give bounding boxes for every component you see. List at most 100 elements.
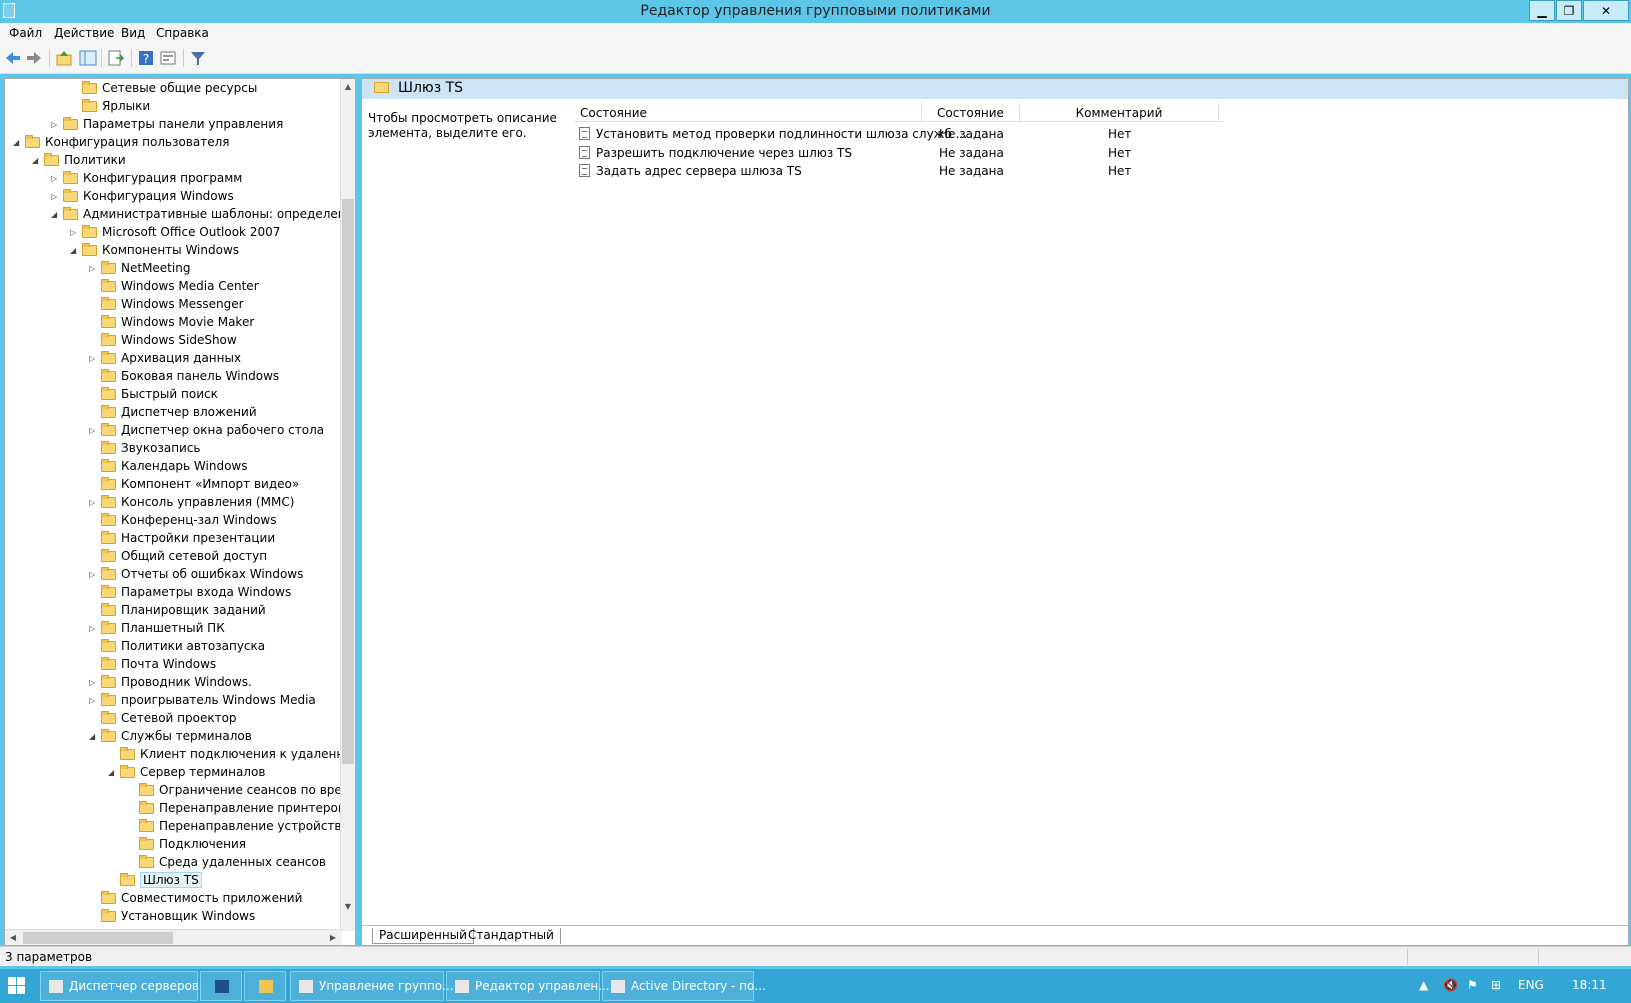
list-item[interactable]: Разрешить подключение через шлюз TS Не за…: [574, 144, 1224, 162]
tree-item[interactable]: Диспетчер вложений: [5, 404, 342, 422]
tree-item[interactable]: Общий сетевой доступ: [5, 548, 342, 566]
back-arrow-icon[interactable]: [4, 49, 22, 67]
taskbar-button[interactable]: [244, 971, 286, 1001]
filter-icon[interactable]: [189, 49, 207, 67]
tree-item[interactable]: Windows SideShow: [5, 332, 342, 350]
language-indicator[interactable]: ENG: [1518, 978, 1544, 992]
collapse-arrow-icon[interactable]: ◢: [89, 733, 97, 741]
tree-item[interactable]: ▷ Отчеты об ошибках Windows: [5, 566, 342, 584]
properties-icon[interactable]: [159, 49, 177, 67]
expand-arrow-icon[interactable]: ▷: [70, 229, 78, 237]
up-folder-icon[interactable]: [55, 49, 73, 67]
expand-arrow-icon[interactable]: ▷: [89, 427, 97, 435]
tree-item[interactable]: Подключения: [5, 836, 342, 854]
tree-item[interactable]: ◢ Службы терминалов: [5, 728, 342, 746]
tree-item[interactable]: Ограничение сеансов по времен: [5, 782, 342, 800]
tree-item[interactable]: Шлюз TS: [5, 872, 342, 890]
expand-arrow-icon[interactable]: ▷: [89, 697, 97, 705]
expand-arrow-icon[interactable]: ▷: [89, 571, 97, 579]
scroll-thumb-horizontal[interactable]: [23, 932, 173, 944]
menu-view[interactable]: Вид: [121, 26, 145, 40]
expand-arrow-icon[interactable]: ▷: [89, 625, 97, 633]
tree-item[interactable]: ▷ NetMeeting: [5, 260, 342, 278]
flag-icon[interactable]: ⚑: [1467, 978, 1478, 992]
column-header-comment[interactable]: Комментарий: [1020, 103, 1219, 122]
scroll-up-icon[interactable]: ▲: [341, 79, 355, 95]
expand-arrow-icon[interactable]: ▷: [51, 193, 59, 201]
tree-item[interactable]: Windows Media Center: [5, 278, 342, 296]
show-hide-tree-icon[interactable]: [79, 49, 97, 67]
taskbar-button[interactable]: Диспетчер серверов: [40, 971, 199, 1001]
tree-item[interactable]: Конференц-зал Windows: [5, 512, 342, 530]
tree-item[interactable]: ▷ Архивация данных: [5, 350, 342, 368]
taskbar-button[interactable]: Active Directory - по...: [602, 971, 766, 1001]
clock[interactable]: 18:11: [1572, 978, 1607, 992]
taskbar-button[interactable]: Редактор управлен...: [446, 971, 610, 1001]
taskbar-button[interactable]: [200, 971, 242, 1001]
tree-item[interactable]: Ярлыки: [5, 98, 342, 116]
tab-standard[interactable]: Стандартный: [462, 928, 561, 944]
tree-item[interactable]: ▷ Проводник Windows.: [5, 674, 342, 692]
tree-item[interactable]: Параметры входа Windows: [5, 584, 342, 602]
tree-item[interactable]: Среда удаленных сеансов: [5, 854, 342, 872]
expand-arrow-icon[interactable]: ▷: [89, 355, 97, 363]
help-icon[interactable]: ?: [137, 49, 155, 67]
minimize-button[interactable]: ▁: [1529, 0, 1555, 21]
tree-item[interactable]: ▷ Microsoft Office Outlook 2007: [5, 224, 342, 242]
tree-item[interactable]: ▷ Консоль управления (MMC): [5, 494, 342, 512]
scroll-left-icon[interactable]: ◀: [5, 930, 21, 945]
collapse-arrow-icon[interactable]: ◢: [70, 247, 78, 255]
collapse-arrow-icon[interactable]: ◢: [51, 211, 59, 219]
tree-item[interactable]: Календарь Windows: [5, 458, 342, 476]
tree-item[interactable]: ◢ Сервер терминалов: [5, 764, 342, 782]
list-item[interactable]: Задать адрес сервера шлюза TS Не задана Не…: [574, 162, 1224, 180]
collapse-arrow-icon[interactable]: ◢: [108, 769, 116, 777]
tree-item[interactable]: ◢ Компоненты Windows: [5, 242, 342, 260]
tree-item[interactable]: ◢ Конфигурация пользователя: [5, 134, 342, 152]
tree-horizontal-scrollbar[interactable]: ◀ ▶: [5, 929, 342, 945]
tree-item[interactable]: Политики автозапуска: [5, 638, 342, 656]
forward-arrow-icon[interactable]: [25, 49, 43, 67]
scroll-down-icon[interactable]: ▼: [341, 899, 355, 915]
tree-item[interactable]: ▷ Конфигурация программ: [5, 170, 342, 188]
speaker-muted-icon[interactable]: 🔇: [1443, 978, 1458, 992]
tree-item[interactable]: ◢ Административные шаблоны: определения п: [5, 206, 342, 224]
menu-file[interactable]: Файл: [9, 26, 42, 40]
tree-item[interactable]: Настройки презентации: [5, 530, 342, 548]
tree-item[interactable]: Сетевой проектор: [5, 710, 342, 728]
scroll-thumb[interactable]: [342, 199, 354, 764]
tree-item[interactable]: ▷ Диспетчер окна рабочего стола: [5, 422, 342, 440]
close-button[interactable]: ✕: [1583, 0, 1629, 21]
list-item[interactable]: Установить метод проверки подлинности шл…: [574, 125, 1224, 143]
scroll-right-icon[interactable]: ▶: [325, 930, 341, 945]
tree-item[interactable]: ▷ Планшетный ПК: [5, 620, 342, 638]
tree-item[interactable]: Перенаправление устройств и р: [5, 818, 342, 836]
expand-arrow-icon[interactable]: ▷: [89, 265, 97, 273]
tree-item[interactable]: Звукозапись: [5, 440, 342, 458]
tree-item[interactable]: Планировщик заданий: [5, 602, 342, 620]
tree-item[interactable]: Клиент подключения к удаленному: [5, 746, 342, 764]
tray-overflow-icon[interactable]: ▲: [1419, 978, 1428, 992]
tree-item[interactable]: Быстрый поиск: [5, 386, 342, 404]
taskbar-button[interactable]: Управление группо...: [290, 971, 454, 1001]
tree-item[interactable]: Почта Windows: [5, 656, 342, 674]
tree-item[interactable]: ▷ Конфигурация Windows: [5, 188, 342, 206]
tree-item[interactable]: Windows Movie Maker: [5, 314, 342, 332]
expand-arrow-icon[interactable]: ▷: [51, 121, 59, 129]
tree-item[interactable]: Перенаправление принтеров: [5, 800, 342, 818]
tree-item[interactable]: Сетевые общие ресурсы: [5, 80, 342, 98]
tree-item[interactable]: Боковая панель Windows: [5, 368, 342, 386]
expand-arrow-icon[interactable]: ▷: [51, 175, 59, 183]
collapse-arrow-icon[interactable]: ◢: [13, 139, 21, 147]
tree-item[interactable]: ▷ проигрыватель Windows Media: [5, 692, 342, 710]
tree-item[interactable]: ▷ Параметры панели управления: [5, 116, 342, 134]
maximize-button[interactable]: ❐: [1556, 0, 1582, 21]
console-tree[interactable]: Сетевые общие ресурсы Ярлыки ▷ Параметры па…: [4, 78, 356, 946]
tree-vertical-scrollbar[interactable]: ▲ ▼: [340, 79, 355, 931]
expand-arrow-icon[interactable]: ▷: [89, 679, 97, 687]
tree-item[interactable]: Windows Messenger: [5, 296, 342, 314]
tab-extended[interactable]: Расширенный: [372, 928, 474, 944]
tree-item[interactable]: Компонент «Импорт видео»: [5, 476, 342, 494]
menu-help[interactable]: Справка: [156, 26, 209, 40]
start-windows-icon[interactable]: [8, 977, 26, 995]
